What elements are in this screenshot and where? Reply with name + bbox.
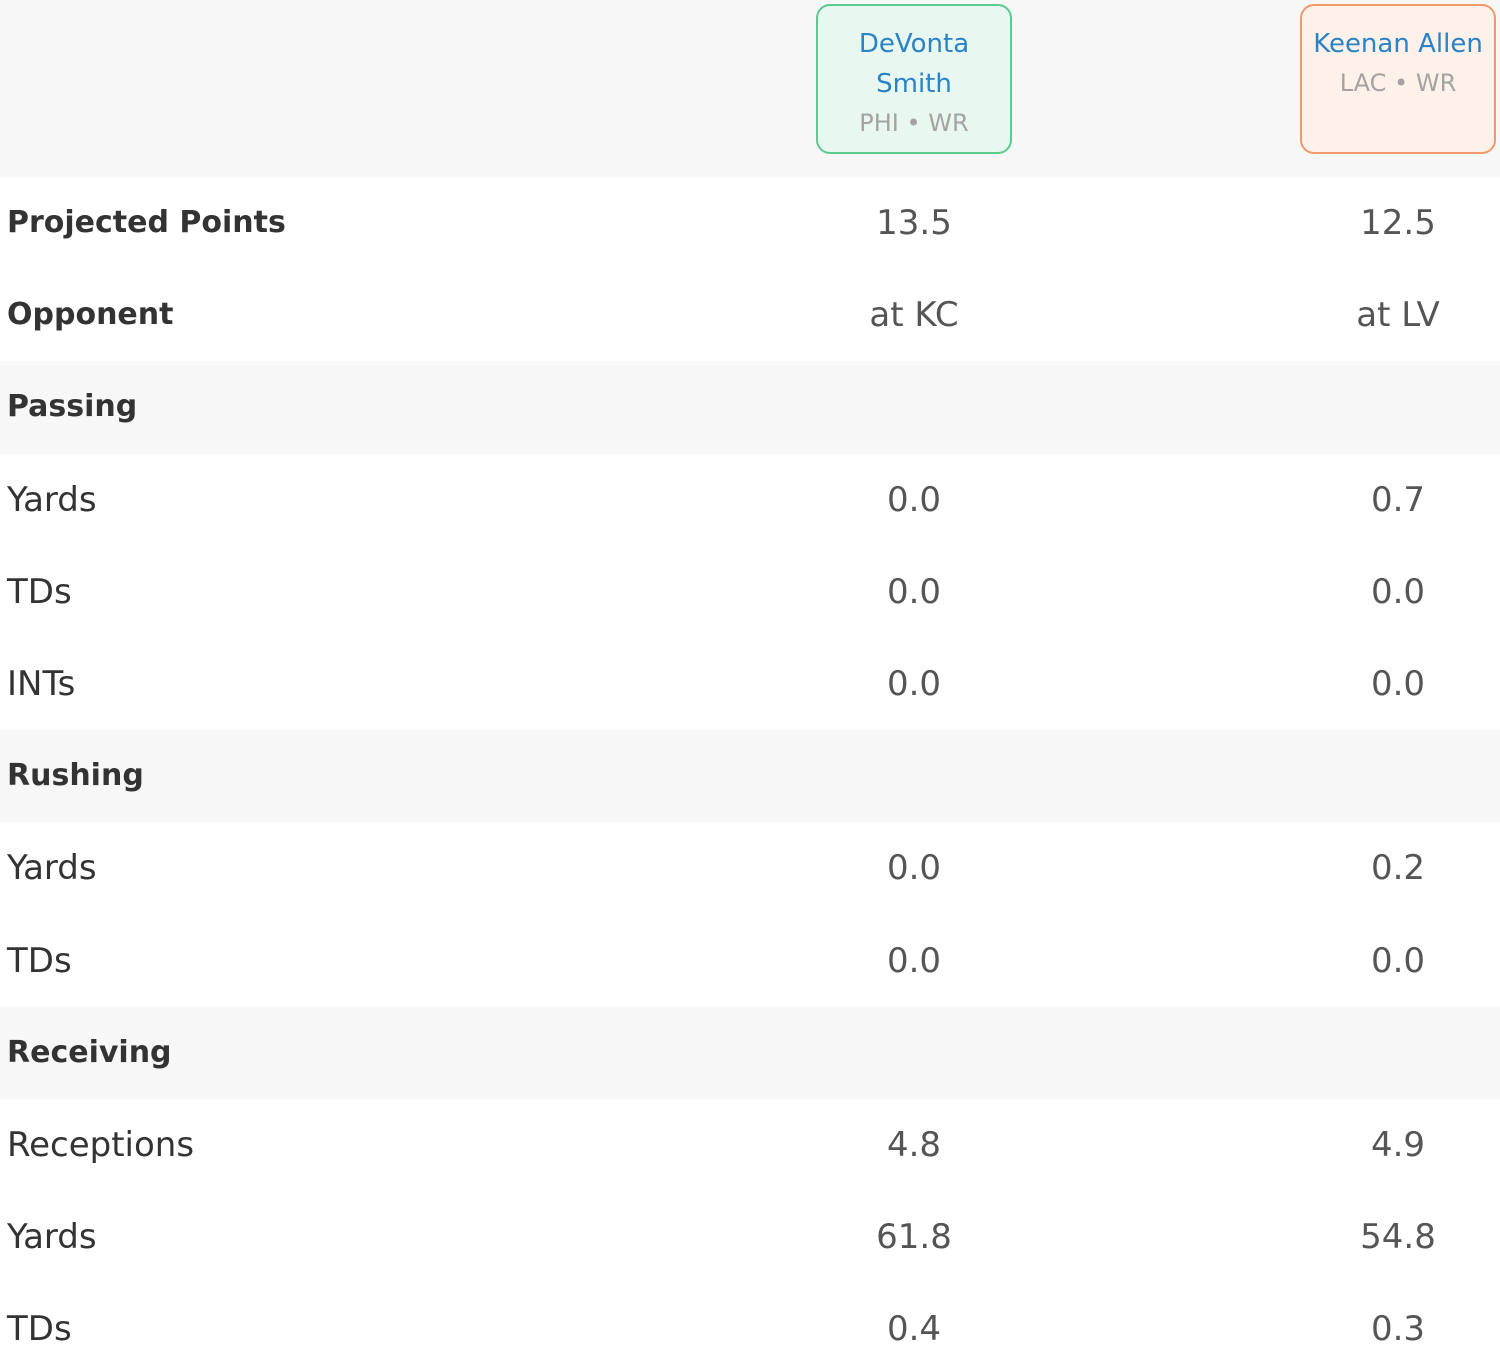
stat-rows: Projected Points 13.5 12.5 Opponent at K…: [0, 177, 1500, 1359]
table-row: Projected Points 13.5 12.5: [0, 177, 1500, 269]
row-label: TDs: [7, 1309, 72, 1350]
table-row: Yards 61.8 54.8: [0, 1191, 1500, 1283]
player-1-value: 0.0: [886, 848, 942, 889]
player-2-value: 12.5: [1360, 203, 1436, 243]
row-label: Projected Points: [7, 205, 286, 240]
player-1-value: 0.0: [886, 663, 942, 704]
player-1-value: 61.8: [876, 1217, 952, 1258]
table-row: TDs 0.4 0.3: [0, 1283, 1500, 1359]
player-1-value: 0.0: [886, 479, 942, 520]
section-label: Receiving: [7, 1034, 172, 1070]
player-2-value: 0.0: [1370, 940, 1426, 981]
table-row: Opponent at KC at LV: [0, 269, 1500, 361]
section-row-passing: Passing: [0, 361, 1500, 454]
player-name[interactable]: DeVonta Smith: [818, 24, 1010, 104]
table-row: TDs 0.0 0.0: [0, 915, 1500, 1007]
player-2-value: 0.2: [1370, 848, 1426, 889]
row-label: Receptions: [7, 1124, 195, 1165]
player-1-value: 0.0: [886, 940, 942, 981]
player-2-value: at LV: [1356, 295, 1440, 336]
section-row-receiving: Receiving: [0, 1006, 1500, 1099]
section-label: Rushing: [7, 758, 144, 794]
player-team-position: LAC • WR: [1339, 69, 1457, 97]
player-header: DeVonta Smith PHI • WR Keenan Allen LAC …: [0, 0, 1500, 177]
player-2-value: 4.9: [1370, 1124, 1426, 1165]
player-2-value: 0.3: [1370, 1309, 1426, 1350]
comparison-table: DeVonta Smith PHI • WR Keenan Allen LAC …: [0, 0, 1500, 1359]
table-row: Receptions 4.8 4.9: [0, 1099, 1500, 1191]
player-1-value: 4.8: [886, 1124, 942, 1165]
player-2-value: 0.0: [1370, 663, 1426, 704]
row-label: Yards: [7, 1217, 97, 1258]
player-2-value: 0.7: [1370, 479, 1426, 520]
table-row: INTs 0.0 0.0: [0, 638, 1500, 730]
row-label: Yards: [7, 479, 97, 520]
row-label: TDs: [7, 940, 72, 981]
player-1-value: at KC: [869, 295, 959, 336]
table-row: Yards 0.0 0.2: [0, 822, 1500, 914]
section-row-rushing: Rushing: [0, 730, 1500, 823]
player-card-keenan-allen[interactable]: Keenan Allen LAC • WR: [1300, 4, 1496, 154]
table-row: TDs 0.0 0.0: [0, 546, 1500, 638]
row-label: TDs: [7, 571, 72, 612]
player-2-value: 54.8: [1360, 1217, 1436, 1258]
row-label: Opponent: [7, 297, 174, 333]
row-label: Yards: [7, 848, 97, 889]
player-team-position: PHI • WR: [859, 109, 969, 137]
player-name[interactable]: Keenan Allen: [1302, 24, 1494, 64]
player-1-value: 0.4: [886, 1309, 942, 1350]
player-2-value: 0.0: [1370, 571, 1426, 612]
row-label: INTs: [7, 663, 76, 704]
section-label: Passing: [7, 389, 138, 425]
table-row: Yards 0.0 0.7: [0, 454, 1500, 546]
player-card-devonta-smith[interactable]: DeVonta Smith PHI • WR: [816, 4, 1012, 154]
player-1-value: 13.5: [876, 203, 952, 243]
player-1-value: 0.0: [886, 571, 942, 612]
